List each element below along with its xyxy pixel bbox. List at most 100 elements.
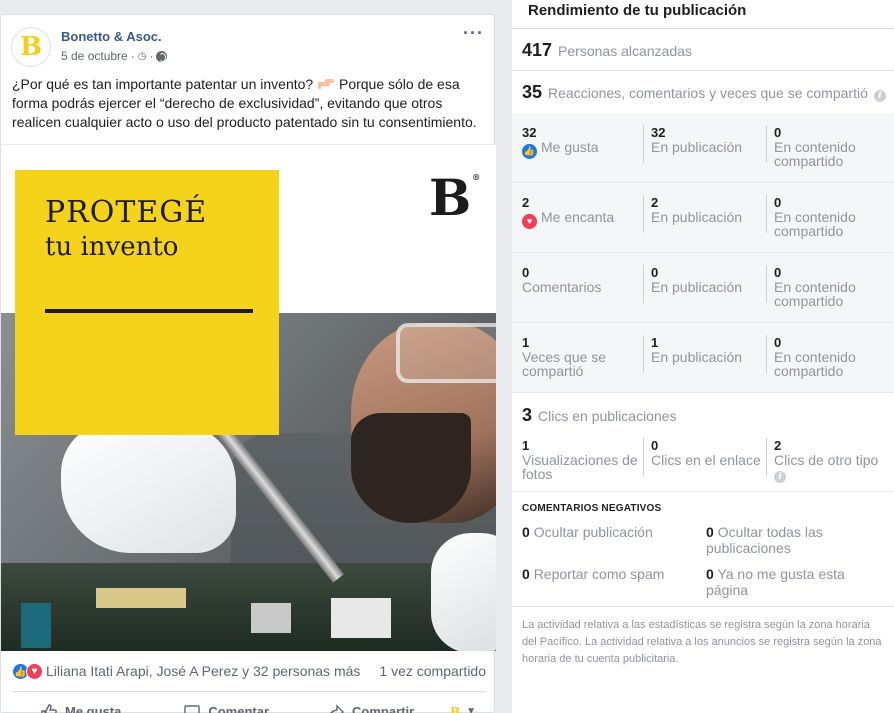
comment-icon (184, 704, 201, 713)
page-mini-avatar: B (449, 704, 461, 713)
post-actions: Me gusta Comentar Compartir B ▼ (12, 695, 486, 713)
photo-views-value: 1 (522, 438, 530, 453)
negative-feedback-title: COMENTARIOS NEGATIVOS (522, 503, 662, 514)
reach-label: Personas alcanzadas (558, 43, 692, 59)
loves-on-shares-label: En contenido compartido (774, 209, 856, 239)
like-button-label: Me gusta (65, 704, 122, 713)
shares-total: 1 Veces que se compartió (522, 335, 640, 379)
comments-on-shares-value: 0 (774, 265, 782, 280)
other-clicks-label: Clics de otro tipo (774, 452, 879, 468)
link-clicks-label: Clics en el enlace (651, 452, 761, 468)
hide-post-value: 0 (522, 524, 530, 540)
comments-label: Comentarios (522, 279, 602, 295)
registered-mark: ® (472, 172, 481, 182)
thumbs-up-icon (41, 703, 57, 713)
other-clicks: 2 Clics de otro tipo i (774, 439, 892, 483)
reach-stat: 417 Personas alcanzadas (522, 40, 692, 61)
clicks-stat: 3 Clics en publicaciones (522, 405, 677, 426)
post-as-page-selector[interactable]: B ▼ (450, 705, 476, 713)
shares-on-post: 1 En publicación (651, 336, 769, 365)
post-card: B Bonetto & Asoc. 5 de octubre · ◷ · ···… (0, 14, 496, 713)
globe-icon[interactable] (156, 50, 168, 62)
shares-total-value: 1 (522, 335, 530, 350)
engagement-label: Reacciones, comentarios y veces que se c… (548, 85, 868, 101)
post-date[interactable]: 5 de octubre (61, 49, 128, 63)
clicks-breakdown: 1 Visualizaciones de fotos 0 Clics en el e… (512, 430, 894, 492)
love-reaction-icon[interactable]: ♥ (26, 662, 43, 680)
likes-on-shares-label: En contenido compartido (774, 139, 856, 169)
post-header: B Bonetto & Asoc. 5 de octubre · ◷ · ··· (11, 24, 484, 67)
likes-on-shares: 0 En contenido compartido (774, 125, 892, 169)
post-image[interactable]: PROTEGÉ tu invento B® (1, 144, 496, 651)
page-name-link[interactable]: Bonetto & Asoc. (61, 29, 162, 44)
report-spam-label: Reportar como spam (533, 566, 665, 582)
share-icon (329, 703, 345, 713)
loves-label: Me encanta (541, 209, 615, 225)
comments-on-post-label: En publicación (651, 279, 743, 295)
shares-count[interactable]: 1 vez compartido (379, 663, 486, 679)
post-text-part-1: ¿Por qué es tan importante patentar un i… (12, 76, 314, 92)
photo-views: 1 Visualizaciones de fotos (522, 438, 640, 482)
engagement-value: 35 (522, 82, 543, 102)
other-clicks-value: 2 (774, 438, 782, 453)
likes-on-post-label: En publicación (651, 139, 743, 155)
info-icon[interactable]: i (774, 471, 786, 483)
love-icon: ♥ (522, 214, 537, 229)
likes-on-post-value: 32 (651, 125, 666, 140)
engagement-stat: 35 Reacciones, comentarios y veces que s… (522, 82, 886, 103)
link-clicks: 0 Clics en el enlace (651, 438, 769, 468)
hide-post-stat: 0 Ocultar publicación (522, 524, 692, 540)
clicks-label: Clics en publicaciones (538, 408, 677, 424)
likes-label: Me gusta (541, 139, 599, 155)
likes-row: 32 👍 Me gusta 32 En publicación 0 En conteni… (512, 113, 894, 183)
reactions-summary: 👍 ♥ Liliana Itati Arapi, José A Perez y … (12, 651, 486, 692)
unlike-page-value: 0 (706, 566, 714, 582)
brand-letter: B (429, 168, 472, 227)
clock-icon: ◷ (137, 50, 147, 62)
likes-total: 32 👍 Me gusta (522, 126, 640, 159)
post-text: ¿Por qué es tan importante patentar un i… (12, 75, 488, 132)
loves-on-shares: 0 En contenido compartido (774, 196, 892, 239)
shares-on-shares-label: En contenido compartido (774, 349, 856, 379)
meta-separator: · (130, 49, 135, 63)
shares-row: 1 Veces que se compartió 1 En publicación … (512, 323, 894, 393)
share-button[interactable]: Compartir (327, 703, 414, 713)
insights-panel: Rendimiento de tu publicación 417 Person… (512, 0, 894, 713)
share-button-label: Compartir (352, 704, 415, 713)
likes-total-value: 32 (522, 125, 537, 140)
loves-total-value: 2 (522, 195, 530, 210)
shares-label: Veces que se compartió (522, 349, 607, 379)
post-meta: 5 de octubre · ◷ · (61, 49, 168, 63)
comments-on-shares: 0 En contenido compartido (774, 265, 892, 309)
loves-total: 2 ♥ Me encanta (522, 196, 640, 229)
banner-subline: tu invento (45, 232, 179, 262)
pointing-hand-icon (318, 79, 335, 89)
like-button[interactable]: Me gusta (40, 703, 121, 713)
comments-row: 0 Comentarios 0 En publicación 0 En conteni… (512, 253, 894, 323)
info-icon[interactable]: i (873, 90, 886, 102)
hide-all-label: Ocultar todas las publicaciones (706, 524, 823, 556)
likes-on-shares-value: 0 (774, 125, 782, 140)
report-spam-value: 0 (522, 566, 530, 582)
likes-on-post: 32 En publicación (651, 125, 769, 155)
hide-all-stat: 0 Ocultar todas las publicaciones (706, 524, 876, 556)
comments-on-post: 0 En publicación (651, 266, 769, 295)
loves-on-post: 2 En publicación (651, 195, 769, 225)
hide-all-value: 0 (706, 524, 714, 540)
page-avatar[interactable]: B (11, 27, 51, 67)
loves-on-post-label: En publicación (651, 209, 743, 225)
shares-on-shares-value: 0 (774, 335, 782, 350)
more-options-icon[interactable]: ··· (463, 24, 484, 42)
reactors-text[interactable]: Liliana Itati Arapi, José A Perez y 32 p… (46, 663, 360, 679)
unlike-page-stat: 0 Ya no me gusta esta página (706, 566, 876, 598)
shares-on-post-label: En publicación (651, 349, 743, 365)
banner-rule (45, 309, 253, 313)
timezone-footnote: La actividad relativa a las estadísticas… (522, 619, 882, 665)
meta-separator: · (149, 49, 154, 63)
loves-on-post-value: 2 (651, 195, 659, 210)
link-clicks-value: 0 (651, 438, 659, 453)
comments-total-value: 0 (522, 265, 530, 280)
like-icon: 👍 (522, 144, 537, 159)
headline-banner: PROTEGÉ tu invento (15, 170, 279, 435)
comment-button[interactable]: Comentar (183, 703, 269, 713)
